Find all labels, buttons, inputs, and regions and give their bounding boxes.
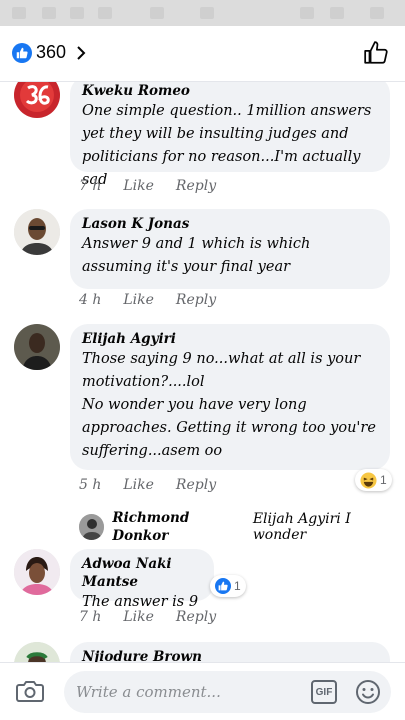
comment-time: 7 h bbox=[79, 609, 102, 625]
comment-actions: 7 h Like Reply bbox=[79, 609, 216, 625]
comment-reaction-badge[interactable]: 1 bbox=[355, 469, 392, 491]
like-outline-icon[interactable] bbox=[363, 40, 389, 66]
like-reaction-icon bbox=[12, 42, 32, 63]
comment-reaction-count: 1 bbox=[380, 473, 387, 487]
comment-bubble[interactable]: Elijah Agyiri Those saying 9 no...what a… bbox=[70, 324, 390, 470]
avatar[interactable] bbox=[14, 324, 60, 370]
comment-reaction-count: 1 bbox=[234, 579, 241, 593]
comment-author[interactable]: Elijah Agyiri bbox=[82, 330, 378, 348]
comment-list: Kweku Romeo One simple question.. 1milli… bbox=[0, 82, 405, 662]
reply-text: Elijah Agyiri I wonder bbox=[252, 511, 351, 543]
comment-bubble[interactable]: Adwoa Naki Mantse The answer is 9 bbox=[70, 549, 214, 610]
comment-author[interactable]: Njiodure Brown bbox=[82, 648, 378, 662]
comment-input-container: GIF bbox=[64, 671, 391, 713]
emoji-icon[interactable] bbox=[355, 679, 381, 705]
reaction-summary-button[interactable]: 360 bbox=[12, 42, 86, 63]
avatar[interactable] bbox=[14, 82, 60, 118]
gif-button[interactable]: GIF bbox=[311, 680, 337, 704]
reply-link[interactable]: Reply bbox=[176, 477, 216, 493]
status-bar bbox=[0, 0, 405, 26]
reaction-count: 360 bbox=[36, 42, 67, 62]
reply-preview[interactable]: Richmond Donkor Elijah Agyiri I wonder bbox=[79, 509, 405, 545]
reply-link[interactable]: Reply bbox=[176, 178, 216, 194]
comment-composer: GIF bbox=[0, 662, 405, 720]
comment-author[interactable]: Kweku Romeo bbox=[82, 82, 378, 100]
comment-author[interactable]: Adwoa Naki Mantse bbox=[82, 555, 202, 591]
chevron-right-icon bbox=[77, 45, 86, 60]
comment-text: Those saying 9 no...what at all is your … bbox=[82, 351, 376, 459]
avatar[interactable] bbox=[14, 549, 60, 595]
reply-author[interactable]: Richmond Donkor bbox=[112, 509, 246, 545]
avatar bbox=[79, 514, 105, 540]
comment-reaction-badge[interactable]: 1 bbox=[210, 575, 246, 597]
comment-time: 4 h bbox=[79, 292, 102, 308]
avatar[interactable] bbox=[14, 209, 60, 255]
laugh-reaction-icon bbox=[360, 471, 377, 489]
comment-actions: 7 h Like Reply bbox=[79, 178, 216, 194]
avatar[interactable] bbox=[14, 642, 60, 662]
comment-bubble[interactable]: Lason K Jonas Answer 9 and 1 which is wh… bbox=[70, 209, 390, 289]
comment-bubble[interactable]: Njiodure Brown bbox=[70, 642, 390, 662]
comment-time: 5 h bbox=[79, 477, 102, 493]
like-link[interactable]: Like bbox=[123, 477, 154, 493]
like-link[interactable]: Like bbox=[123, 609, 154, 625]
comment-time: 7 h bbox=[79, 178, 102, 194]
reply-link[interactable]: Reply bbox=[176, 609, 216, 625]
comment-actions: 4 h Like Reply bbox=[79, 292, 216, 308]
like-link[interactable]: Like bbox=[123, 178, 154, 194]
comment-text: Answer 9 and 1 which is which assuming i… bbox=[82, 236, 311, 275]
reply-link[interactable]: Reply bbox=[176, 292, 216, 308]
comment-actions: 5 h Like Reply bbox=[79, 477, 216, 493]
reactions-header: 360 bbox=[0, 26, 405, 82]
camera-icon[interactable] bbox=[16, 679, 44, 703]
comment-input[interactable] bbox=[76, 671, 296, 713]
comment-author[interactable]: Lason K Jonas bbox=[82, 215, 378, 233]
like-reaction-icon bbox=[215, 578, 231, 594]
comment-bubble[interactable]: Kweku Romeo One simple question.. 1milli… bbox=[70, 82, 390, 188]
like-link[interactable]: Like bbox=[123, 292, 154, 308]
